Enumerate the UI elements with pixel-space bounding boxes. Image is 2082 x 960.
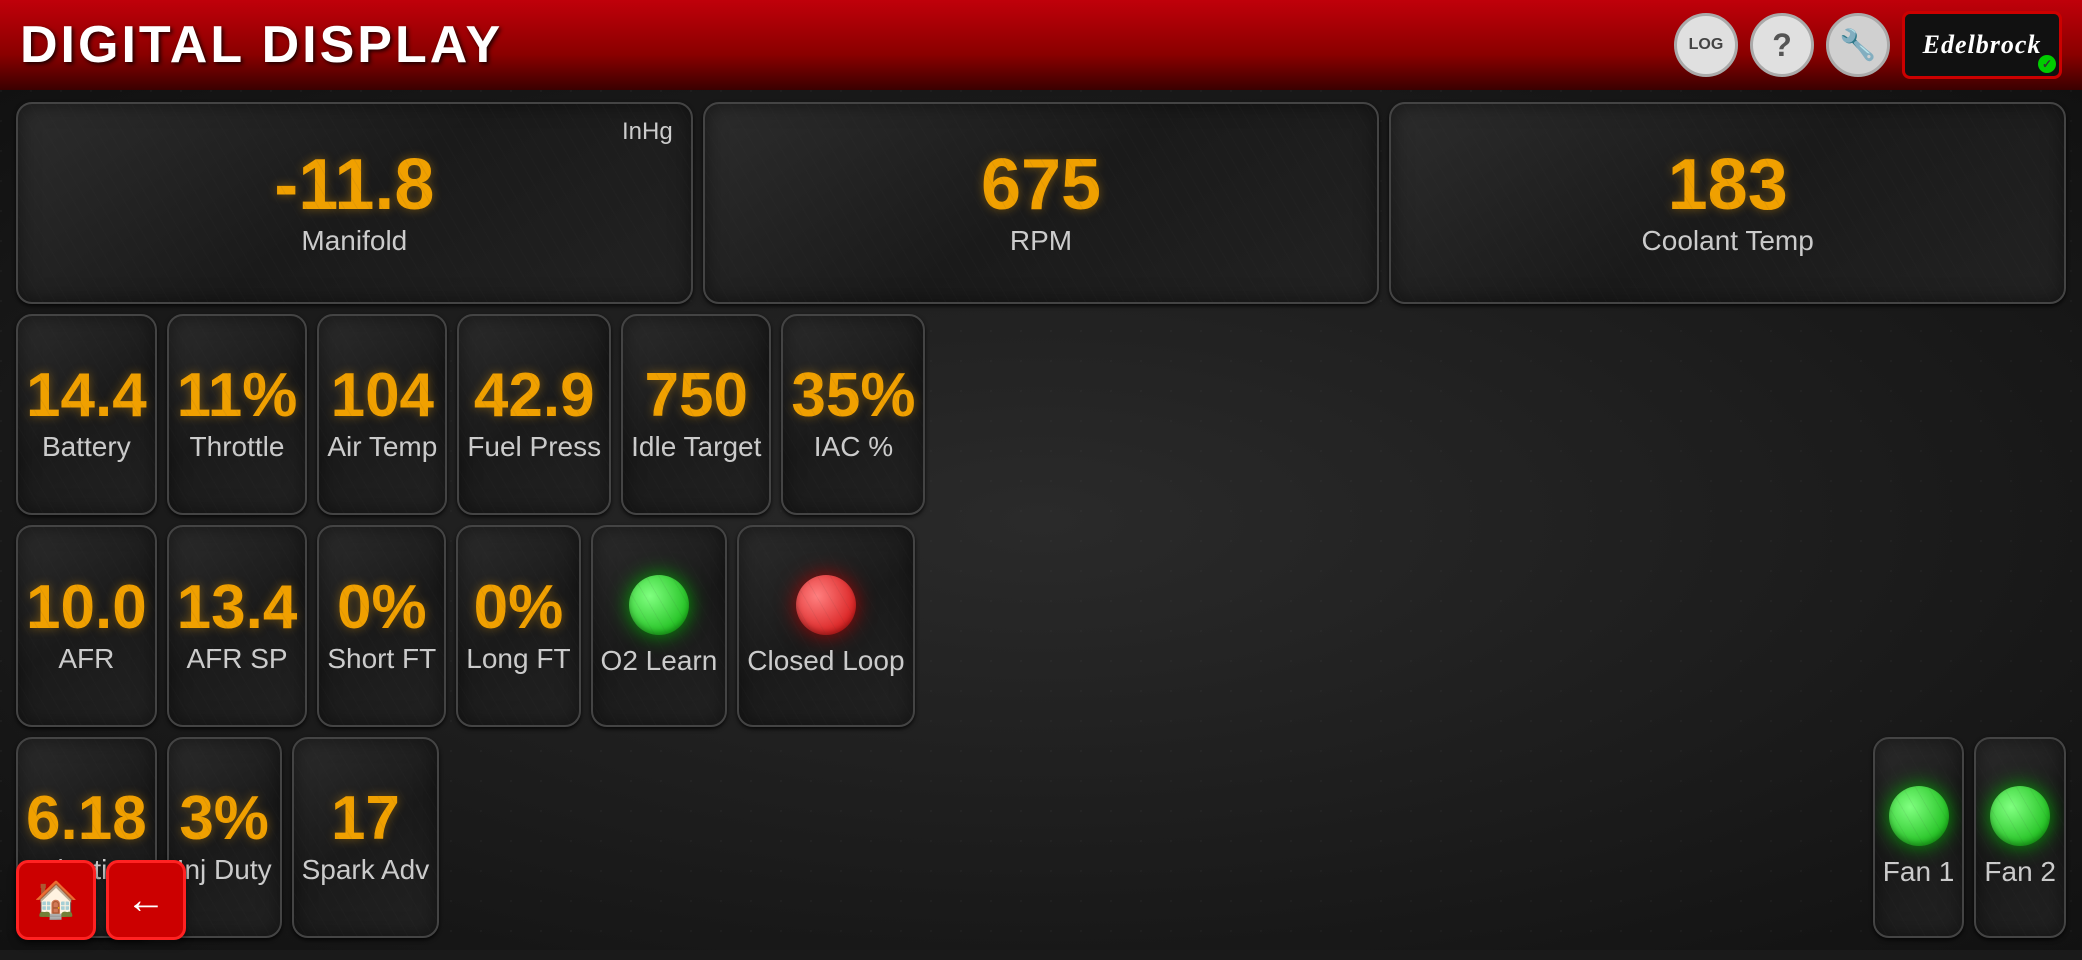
long-ft-cell: 0% Long FT (456, 525, 580, 727)
fuel-press-cell: 42.9 Fuel Press (457, 314, 611, 516)
row-3: 10.0 AFR 13.4 AFR SP 0% Short FT 0% Long… (16, 525, 2066, 727)
header-controls: LOG ? 🔧 ✓ Edelbrock (1674, 11, 2062, 79)
afr-label: AFR (58, 643, 114, 675)
page-title: DIGITAL DISPLAY (20, 15, 503, 75)
o2-learn-indicator (629, 575, 689, 635)
coolant-cell: 183 Coolant Temp (1389, 102, 2066, 304)
closed-loop-indicator (796, 575, 856, 635)
fan1-indicator (1889, 786, 1949, 846)
rpm-cell: 675 RPM (703, 102, 1380, 304)
iac-cell: 35% IAC % (781, 314, 925, 516)
home-icon: 🏠 (34, 879, 79, 921)
back-button[interactable]: ← (106, 860, 186, 940)
help-button[interactable]: ? (1750, 13, 1814, 77)
idle-target-value: 750 (645, 365, 748, 427)
settings-button[interactable]: 🔧 ✓ (1826, 13, 1890, 77)
bottom-nav: 🏠 ← (0, 850, 2082, 950)
coolant-label: Coolant Temp (1642, 225, 1814, 257)
short-ft-cell: 0% Short FT (317, 525, 446, 727)
air-temp-cell: 104 Air Temp (317, 314, 447, 516)
row-2: 14.4 Battery 11% Throttle 104 Air Temp 4… (16, 314, 2066, 516)
main-display: InHg -11.8 Manifold 675 RPM 183 Coolant … (0, 90, 2082, 950)
home-button[interactable]: 🏠 (16, 860, 96, 940)
afr-value: 10.0 (26, 577, 147, 639)
long-ft-label: Long FT (466, 643, 570, 675)
manifold-value: -11.8 (274, 149, 434, 221)
battery-label: Battery (42, 431, 131, 463)
fuel-press-label: Fuel Press (467, 431, 601, 463)
o2-learn-label: O2 Learn (601, 645, 718, 677)
idle-target-label: Idle Target (631, 431, 761, 463)
afr-sp-value: 13.4 (177, 577, 298, 639)
back-icon: ← (126, 878, 166, 923)
header: DIGITAL DISPLAY LOG ? 🔧 ✓ Edelbrock (0, 0, 2082, 90)
battery-value: 14.4 (26, 365, 147, 427)
iac-value: 35% (791, 365, 915, 427)
closed-loop-label: Closed Loop (747, 645, 904, 677)
battery-cell: 14.4 Battery (16, 314, 157, 516)
manifold-label: Manifold (301, 225, 407, 257)
o2-learn-cell: O2 Learn (591, 525, 728, 727)
row-1: InHg -11.8 Manifold 675 RPM 183 Coolant … (16, 102, 2066, 304)
air-temp-value: 104 (331, 365, 434, 427)
log-button[interactable]: LOG (1674, 13, 1738, 77)
manifold-unit: InHg (622, 118, 673, 146)
spark-adv-value: 17 (331, 788, 400, 850)
afr-cell: 10.0 AFR (16, 525, 157, 727)
short-ft-label: Short FT (327, 643, 436, 675)
injection-value: 6.18 (26, 788, 147, 850)
afr-sp-label: AFR SP (186, 643, 287, 675)
coolant-value: 183 (1668, 149, 1788, 221)
manifold-cell: InHg -11.8 Manifold (16, 102, 693, 304)
fuel-press-value: 42.9 (474, 365, 595, 427)
fan2-indicator (1990, 786, 2050, 846)
throttle-value: 11% (177, 365, 298, 427)
inj-duty-value: 3% (179, 788, 269, 850)
long-ft-value: 0% (474, 577, 564, 639)
short-ft-value: 0% (337, 577, 427, 639)
wrench-icon: 🔧 (1839, 28, 1876, 63)
closed-loop-cell: Closed Loop (737, 525, 914, 727)
afr-sp-cell: 13.4 AFR SP (167, 525, 308, 727)
iac-label: IAC % (814, 431, 893, 463)
edelbrock-logo: Edelbrock (1902, 11, 2062, 79)
throttle-cell: 11% Throttle (167, 314, 308, 516)
air-temp-label: Air Temp (327, 431, 437, 463)
throttle-label: Throttle (190, 431, 285, 463)
idle-target-cell: 750 Idle Target (621, 314, 771, 516)
rpm-value: 675 (981, 149, 1101, 221)
rpm-label: RPM (1010, 225, 1072, 257)
